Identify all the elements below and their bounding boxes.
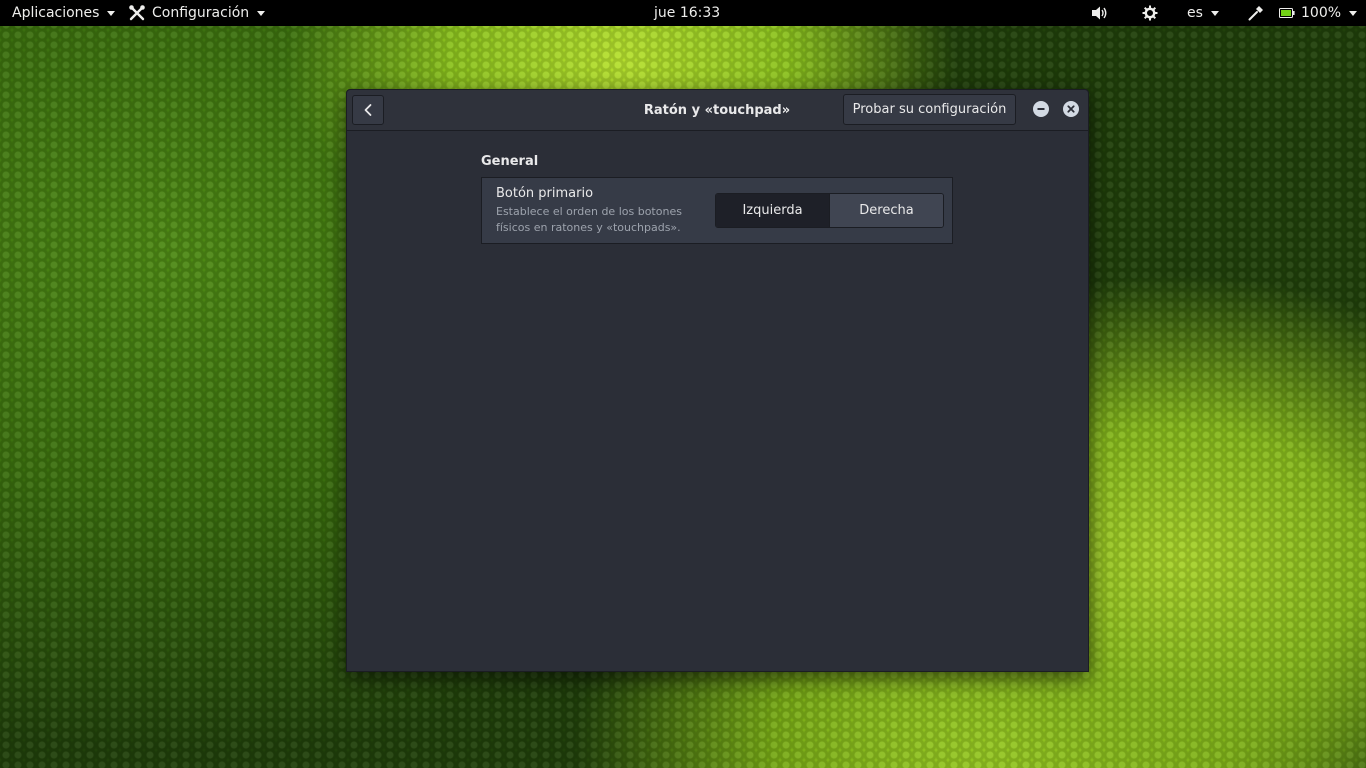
test-settings-button[interactable]: Probar su configuración xyxy=(843,94,1016,125)
app-menu[interactable]: Configuración xyxy=(128,0,266,26)
close-icon xyxy=(1067,105,1075,113)
system-menu[interactable]: 100% xyxy=(1279,0,1358,26)
minimize-icon xyxy=(1037,108,1045,110)
chevron-down-icon xyxy=(1349,10,1358,16)
primary-button-segmented-control: Izquierda Derecha xyxy=(715,193,944,228)
minimize-button[interactable] xyxy=(1033,101,1049,117)
chevron-down-icon xyxy=(107,10,116,16)
app-menu-label: Configuración xyxy=(152,5,250,21)
eyedropper-icon xyxy=(1248,6,1263,21)
back-button[interactable] xyxy=(352,95,384,125)
accessibility-indicator[interactable] xyxy=(1142,0,1158,26)
primary-button-description: Establece el orden de los botones físico… xyxy=(496,205,682,234)
gear-icon xyxy=(1142,5,1158,21)
color-picker-indicator[interactable] xyxy=(1248,0,1264,26)
primary-button-row: Botón primario Establece el orden de los… xyxy=(481,177,953,244)
header-bar: Ratón y «touchpad» Probar su configuraci… xyxy=(347,90,1088,131)
top-bar: Aplicaciones Configuración jue 16:33 es xyxy=(0,0,1366,26)
section-label-general: General xyxy=(481,154,539,169)
battery-label: 100% xyxy=(1301,5,1342,21)
window-title: Ratón y «touchpad» xyxy=(643,102,791,118)
settings-window: Ratón y «touchpad» Probar su configuraci… xyxy=(346,89,1089,672)
clock[interactable]: jue 16:33 xyxy=(654,0,720,26)
settings-tools-icon xyxy=(129,5,145,21)
battery-icon xyxy=(1279,8,1295,18)
activities-menu[interactable]: Aplicaciones xyxy=(12,0,116,26)
chevron-down-icon xyxy=(1210,10,1219,16)
apps-menu-label: Aplicaciones xyxy=(12,5,100,21)
volume-indicator[interactable] xyxy=(1090,0,1108,26)
clock-label: jue 16:33 xyxy=(654,5,721,21)
left-button-option[interactable]: Izquierda xyxy=(716,194,829,227)
close-button[interactable] xyxy=(1063,101,1079,117)
primary-button-title: Botón primario xyxy=(496,186,594,201)
keyboard-layout-label: es xyxy=(1187,5,1203,21)
chevron-down-icon xyxy=(257,10,266,16)
keyboard-layout-indicator[interactable]: es xyxy=(1187,0,1219,26)
volume-icon xyxy=(1092,6,1107,20)
right-button-option[interactable]: Derecha xyxy=(829,194,943,227)
chevron-left-icon xyxy=(364,104,372,116)
